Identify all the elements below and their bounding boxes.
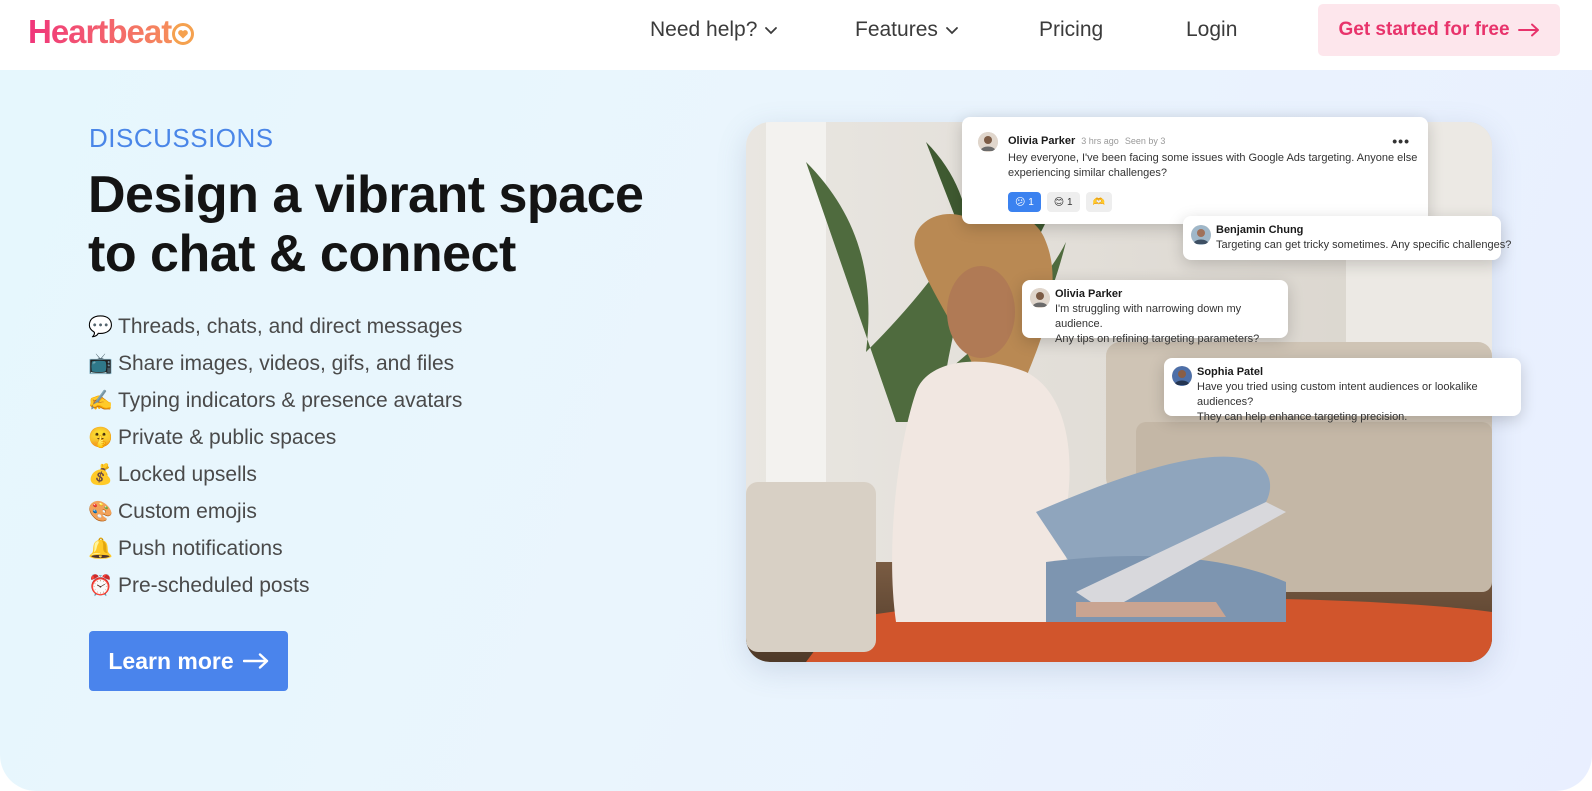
post-header: Olivia Parker 3 hrs ago Seen by 3 [1008,135,1165,147]
learn-more-button[interactable]: Learn more [89,631,288,691]
feature-text: Push notifications [118,536,283,560]
nav-need-help-label: Need help? [650,18,758,41]
speech-bubble-icon: 💬 [88,316,113,338]
arrow-right-icon [242,653,268,669]
reaction-chip[interactable]: 😕 1 [1008,192,1041,212]
hero-headline: Design a vibrant space to chat & connect [88,166,728,284]
feature-item: 💰 Locked upsells [88,456,462,493]
feature-item: 🔔 Push notifications [88,530,462,567]
reply-text-line-2: Any tips on refining targeting parameter… [1055,333,1260,345]
nav-login-label: Login [1186,18,1238,41]
feature-item: 🤫 Private & public spaces [88,419,462,456]
headline-line-1: Design a vibrant space [88,166,644,224]
avatar [1172,366,1192,386]
alarm-clock-icon: ⏰ [88,575,113,597]
reply-text-line-1: I'm struggling with narrowing down my au… [1055,303,1242,330]
get-started-button[interactable]: Get started for free [1318,4,1560,56]
reply-text: I'm struggling with narrowing down my au… [1055,302,1285,347]
top-navigation: Heartbeat Need help? Features Pricing Lo… [0,0,1592,70]
feature-item: 🎨 Custom emojis [88,493,462,530]
avatar [1030,288,1050,308]
shushing-face-icon: 🤫 [88,427,113,449]
emoji-icon: 😕 [1015,196,1026,208]
reply-author: Olivia Parker [1055,288,1123,300]
reply-text-line-2: They can help enhance targeting precisio… [1197,411,1408,423]
feature-text: Typing indicators & presence avatars [118,388,463,412]
more-horizontal-icon[interactable]: ••• [1392,133,1410,149]
emoji-icon: 🫶 [1092,196,1106,208]
feature-text: Custom emojis [118,499,257,523]
heart-icon [172,23,195,45]
arrow-right-icon [1517,23,1539,37]
chat-reply-card[interactable]: Sophia Patel Have you tried using custom… [1164,358,1521,423]
post-text-line-2: experiencing similar challenges? [1008,167,1167,179]
chat-reply-card[interactable]: Olivia Parker I'm struggling with narrow… [1022,280,1288,345]
chevron-down-icon [765,27,778,35]
chat-post-card[interactable]: Olivia Parker 3 hrs ago Seen by 3 ••• He… [962,117,1428,224]
feature-text: Share images, videos, gifs, and files [118,351,455,375]
nav-need-help[interactable]: Need help? [650,14,778,46]
reply-author: Sophia Patel [1197,366,1264,378]
add-reaction-chip[interactable]: 🫶 [1085,192,1113,212]
reply-text: Targeting can get tricky sometimes. Any … [1216,239,1512,251]
avatar [1191,225,1211,245]
feature-item: 💬 Threads, chats, and direct messages [88,308,462,345]
palette-icon: 🎨 [88,501,113,523]
chat-reply-card[interactable]: Benjamin Chung Targeting can get tricky … [1183,216,1512,260]
feature-text: Private & public spaces [118,425,337,449]
post-author: Olivia Parker [1008,135,1076,147]
feature-text: Threads, chats, and direct messages [118,314,463,338]
reaction-chip[interactable]: 😊 1 [1046,192,1080,212]
nav-pricing[interactable]: Pricing [1039,14,1103,46]
reaction-count: 1 [1067,196,1073,208]
feature-item: 📺 Share images, videos, gifs, and files [88,345,462,382]
nav-pricing-label: Pricing [1039,18,1104,41]
nav-login[interactable]: Login [1186,14,1237,46]
feature-list: 💬 Threads, chats, and direct messages 📺 Sh… [88,308,462,604]
writing-hand-icon: ✍️ [88,390,113,412]
emoji-icon: 😊 [1053,196,1065,208]
reaction-bar: 😕 1 😊 1 🫶 [1008,192,1118,212]
section-eyebrow: DISCUSSIONS [89,123,274,153]
nav-features-label: Features [855,18,938,41]
reaction-count: 1 [1028,196,1034,208]
feature-item: ⏰ Pre-scheduled posts [88,567,462,604]
post-time: 3 hrs ago [1081,136,1119,146]
reply-text: Have you tried using custom intent audie… [1197,380,1517,425]
post-seen: Seen by 3 [1124,136,1166,146]
nav-features[interactable]: Features [855,14,959,46]
feature-text: Locked upsells [118,462,257,486]
post-text: Hey everyone, I've been facing some issu… [1008,151,1418,181]
chevron-down-icon [945,27,958,35]
brand-logo[interactable]: Heartbeat [28,10,195,54]
reply-text-line-1: Have you tried using custom intent audie… [1197,381,1478,408]
money-bag-icon: 💰 [88,464,113,486]
feature-item: ✍️ Typing indicators & presence avatars [88,382,462,419]
feature-text: Pre-scheduled posts [118,573,310,597]
learn-more-label: Learn more [108,647,234,674]
brand-logo-text: Heartbeat [28,13,172,50]
post-text-line-1: Hey everyone, I've been facing some issu… [1008,152,1418,164]
television-icon: 📺 [88,353,113,375]
headline-line-2: to chat & connect [88,225,516,283]
get-started-label: Get started for free [1338,19,1510,40]
reply-author: Benjamin Chung [1216,224,1304,236]
avatar [978,132,998,152]
bell-icon: 🔔 [88,538,113,560]
